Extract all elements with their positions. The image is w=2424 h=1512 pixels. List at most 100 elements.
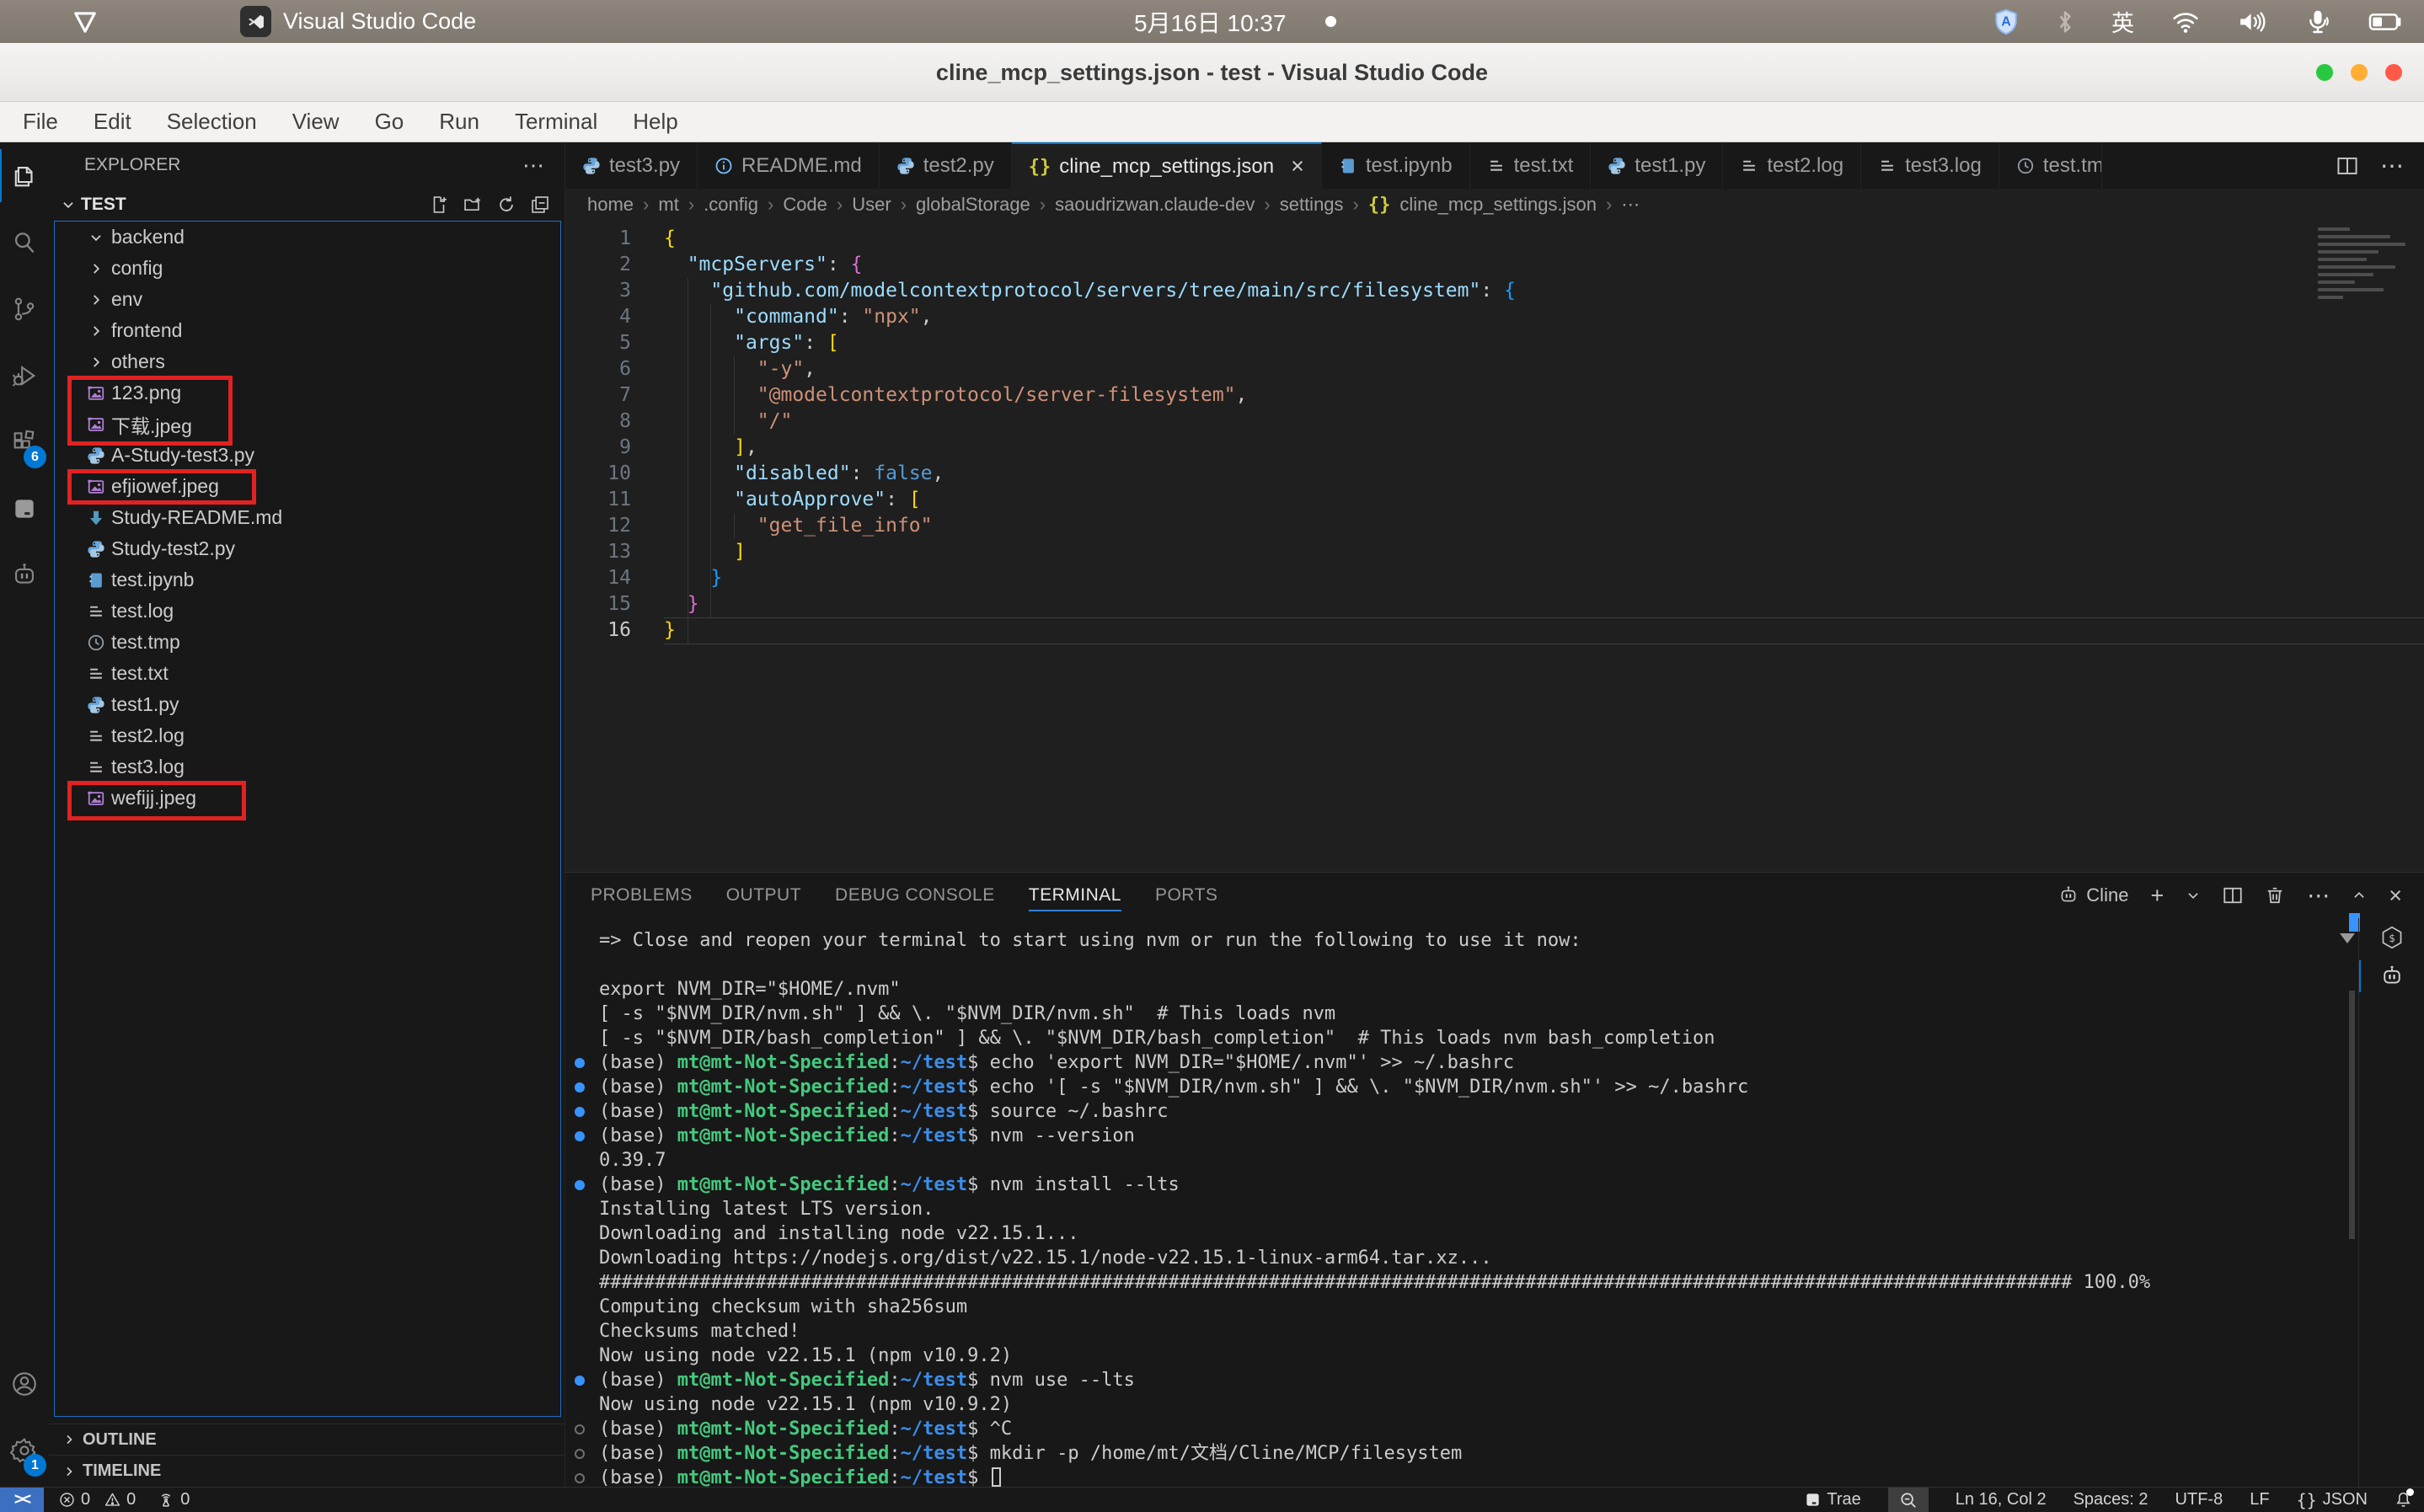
breadcrumb-item[interactable]: settings <box>1280 194 1344 216</box>
menu-edit[interactable]: Edit <box>76 109 149 135</box>
tree-item-test.txt[interactable]: test.txt <box>55 658 560 689</box>
activity-trae-icon[interactable] <box>0 475 49 542</box>
breadcrumb-item[interactable]: saoudrizwan.claude-dev <box>1055 194 1255 216</box>
trae-status[interactable]: Trae <box>1805 1490 1860 1509</box>
encoding[interactable]: UTF-8 <box>2175 1490 2223 1509</box>
tree-item-Study-test2.py[interactable]: Study-test2.py <box>55 533 560 564</box>
launcher-triangle-icon[interactable] <box>69 6 101 38</box>
close-panel-icon[interactable]: × <box>2389 884 2402 907</box>
breadcrumb-item[interactable]: Code <box>783 194 827 216</box>
tree-item-efjiowef.jpeg[interactable]: efjiowef.jpeg <box>55 471 560 502</box>
panel-tab-output[interactable]: OUTPUT <box>726 873 801 918</box>
breadcrumb-item[interactable]: globalStorage <box>916 194 1030 216</box>
screencast-find-indicator[interactable] <box>1888 1488 1929 1512</box>
remote-indicator[interactable]: >< <box>0 1488 44 1512</box>
tree-item-others[interactable]: others <box>55 346 560 377</box>
tree-item-test.tmp[interactable]: test.tmp <box>55 627 560 658</box>
tree-item-config[interactable]: config <box>55 253 560 284</box>
menu-go[interactable]: Go <box>357 109 422 135</box>
activity-extensions-icon[interactable]: 6 <box>0 409 49 475</box>
panel-tab-ports[interactable]: PORTS <box>1155 873 1217 918</box>
panel-tab-terminal[interactable]: TERMINAL <box>1029 873 1121 918</box>
microphone-icon[interactable] <box>2304 8 2331 35</box>
split-editor-icon[interactable] <box>2336 155 2358 177</box>
minimap[interactable] <box>2318 227 2411 303</box>
tree-item-backend[interactable]: backend <box>55 222 560 253</box>
terminal-cline-icon[interactable] <box>2359 957 2424 996</box>
command-decoration-dot[interactable] <box>575 1376 585 1386</box>
tab-test3.py[interactable]: test3.py <box>565 142 698 189</box>
tab-test3.log[interactable]: test3.log <box>1861 142 1999 189</box>
command-decoration-dot[interactable] <box>575 1180 585 1190</box>
security-shield-icon[interactable]: A <box>1993 8 2019 35</box>
cursor-position[interactable]: Ln 16, Col 2 <box>1956 1490 2047 1509</box>
section-test[interactable]: TEST <box>49 188 565 221</box>
more-editor-actions-icon[interactable]: ⋯ <box>2380 152 2404 179</box>
tree-item-test3.log[interactable]: test3.log <box>55 751 560 783</box>
command-decoration-dot[interactable] <box>575 1058 585 1068</box>
kill-terminal-trash-icon[interactable] <box>2265 885 2285 906</box>
command-decoration-dot[interactable] <box>575 1082 585 1093</box>
command-decoration-dot[interactable] <box>575 1449 585 1459</box>
menu-run[interactable]: Run <box>421 109 497 135</box>
activity-cline-robot-icon[interactable] <box>0 542 49 608</box>
window-close-button[interactable] <box>2385 64 2402 81</box>
new-terminal-icon[interactable]: + <box>2150 884 2164 907</box>
menu-help[interactable]: Help <box>615 109 695 135</box>
account-icon[interactable] <box>0 1350 49 1417</box>
eol-sequence[interactable]: LF <box>2250 1490 2269 1509</box>
menu-selection[interactable]: Selection <box>149 109 275 135</box>
panel-tab-debug-console[interactable]: DEBUG CONSOLE <box>835 873 995 918</box>
new-file-icon[interactable] <box>430 195 448 214</box>
clock[interactable]: 5月16日 10:37 <box>1134 0 1336 43</box>
tree-item-test1.py[interactable]: test1.py <box>55 689 560 720</box>
maximize-panel-icon[interactable] <box>2352 888 2367 903</box>
breadcrumb-item[interactable]: home <box>587 194 634 216</box>
code-editor[interactable]: 12345678910111213141516 { "mcpServers": … <box>565 221 2424 872</box>
timeline-section[interactable]: TIMELINE <box>49 1455 565 1487</box>
split-terminal-icon[interactable] <box>2223 885 2243 906</box>
problems-status[interactable]: 0 0 <box>59 1490 136 1509</box>
command-decoration-dot[interactable] <box>575 1473 585 1483</box>
terminal-dropdown-icon[interactable] <box>2186 888 2201 903</box>
close-tab-icon[interactable]: × <box>1291 153 1304 179</box>
battery-icon[interactable] <box>2368 11 2402 33</box>
notifications-bell[interactable] <box>2395 1491 2412 1509</box>
breadcrumb-more[interactable]: ⋯ <box>1621 194 1640 216</box>
ports-status[interactable]: 0 <box>158 1490 190 1509</box>
menu-terminal[interactable]: Terminal <box>497 109 615 135</box>
activity-explorer-icon[interactable] <box>0 142 49 209</box>
input-method-indicator[interactable]: 英 <box>2111 5 2134 38</box>
new-folder-icon[interactable] <box>463 195 482 214</box>
tree-item-env[interactable]: env <box>55 284 560 315</box>
tab-test1.py[interactable]: test1.py <box>1591 142 1723 189</box>
tree-item-test2.log[interactable]: test2.log <box>55 720 560 751</box>
tree-item-test.ipynb[interactable]: test.ipynb <box>55 564 560 596</box>
tree-item-A-Study-test3.py[interactable]: A-Study-test3.py <box>55 440 560 471</box>
tree-item-Study-README.md[interactable]: Study-README.md <box>55 502 560 533</box>
command-decoration-dot[interactable] <box>575 1131 585 1141</box>
sidebar-more-actions[interactable]: ⋯ <box>522 152 544 179</box>
window-maximize-button[interactable] <box>2351 64 2368 81</box>
tab-test.txt[interactable]: test.txt <box>1470 142 1592 189</box>
indentation[interactable]: Spaces: 2 <box>2074 1490 2148 1509</box>
tab-cline_mcp_settings.json[interactable]: {}cline_mcp_settings.json× <box>1012 142 1322 189</box>
tab-test.tmp[interactable]: test.tmp <box>1999 142 2102 189</box>
active-app-indicator[interactable]: Visual Studio Code <box>240 6 476 37</box>
breadcrumb-item[interactable]: mt <box>658 194 678 216</box>
tree-item-123.png[interactable]: 123.png <box>55 377 560 409</box>
refresh-icon[interactable] <box>497 195 516 214</box>
window-minimize-button[interactable] <box>2316 64 2333 81</box>
volume-icon[interactable] <box>2237 9 2267 35</box>
command-decoration-dot[interactable] <box>575 1107 585 1117</box>
tab-README.md[interactable]: README.md <box>698 142 880 189</box>
panel-more-actions-icon[interactable]: ⋯ <box>2307 884 2330 907</box>
activity-search-icon[interactable] <box>0 209 49 275</box>
breadcrumb-item[interactable]: User <box>852 194 891 216</box>
terminal-output[interactable]: => Close and reopen your terminal to sta… <box>565 918 2358 1487</box>
tab-test.ipynb[interactable]: test.ipynb <box>1322 142 1470 189</box>
wifi-icon[interactable] <box>2171 10 2200 34</box>
tree-item-wefijj.jpeg[interactable]: wefijj.jpeg <box>55 783 560 814</box>
tree-item-test.log[interactable]: test.log <box>55 596 560 627</box>
panel-tab-problems[interactable]: PROBLEMS <box>591 873 693 918</box>
